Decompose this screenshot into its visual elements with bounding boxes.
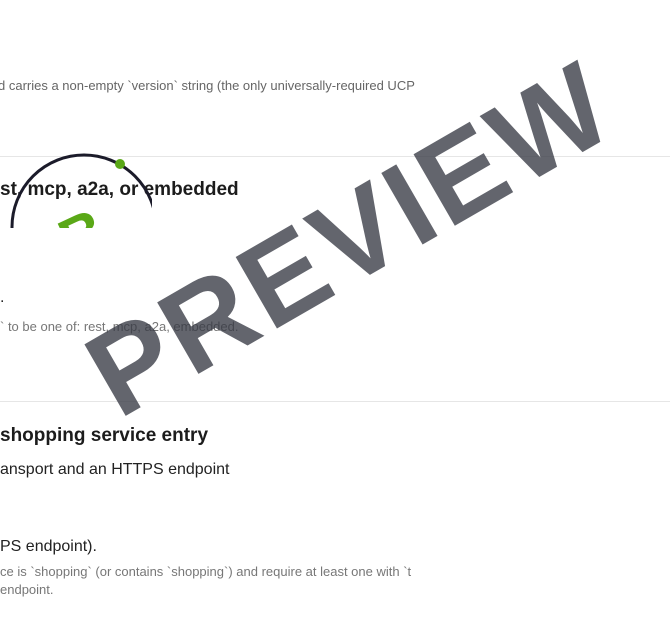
section-divider [0,401,670,402]
grade-circle-icon: B [10,153,158,301]
check-heading-shopping: shopping service entry [0,425,209,446]
svg-text:B: B [49,196,117,228]
check-result-shopping: PS endpoint). [0,538,97,555]
check-detail-shopping-line2: endpoint. [0,582,54,597]
grade-badge: B [2,78,158,301]
page: d carries a non-empty `version` string (… [0,0,670,635]
check-result-transport: . [0,289,5,306]
check-subheading-shopping: ansport and an HTTPS endpoint [0,461,230,478]
check-detail-transport: ` to be one of: rest, mcp, a2a, embedded… [0,319,239,334]
check-detail-shopping-line1: ce is `shopping` (or contains `shopping`… [0,564,412,579]
